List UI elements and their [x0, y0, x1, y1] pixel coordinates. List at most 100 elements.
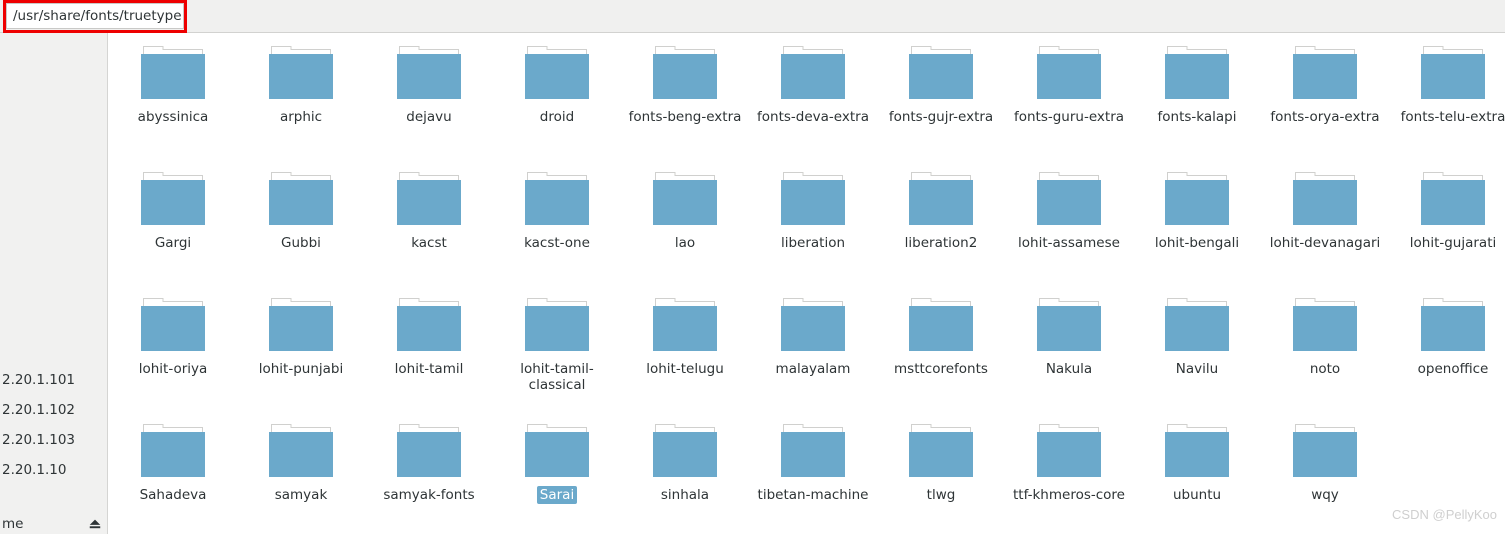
- file-item[interactable]: sinhala: [621, 411, 749, 534]
- file-label-wrap: lohit-bengali: [1133, 234, 1261, 252]
- file-label-wrap: lohit-punjabi: [237, 360, 365, 378]
- file-label: Gubbi: [281, 235, 321, 251]
- file-label: lohit-oriya: [138, 361, 208, 377]
- file-item[interactable]: ttf-khmeros-core: [1005, 411, 1133, 534]
- file-item[interactable]: droid: [493, 33, 621, 159]
- folder-icon: [141, 171, 205, 225]
- file-label-wrap: lao: [621, 234, 749, 252]
- path-bar: /usr/share/fonts/truetype: [0, 0, 1505, 33]
- file-label: noto: [1309, 361, 1341, 377]
- sidebar-item-network-3[interactable]: 2.20.1.10: [0, 455, 107, 485]
- file-label: ubuntu: [1172, 487, 1222, 503]
- file-item[interactable]: openoffice: [1389, 285, 1505, 411]
- file-item[interactable]: dejavu: [365, 33, 493, 159]
- file-label-wrap: openoffice: [1389, 360, 1505, 378]
- folder-icon: [909, 45, 973, 99]
- file-item[interactable]: Sarai: [493, 411, 621, 534]
- file-item[interactable]: samyak: [237, 411, 365, 534]
- file-item[interactable]: fonts-deva-extra: [749, 33, 877, 159]
- file-label: msttcorefonts: [894, 361, 988, 377]
- file-item[interactable]: noto: [1261, 285, 1389, 411]
- eject-icon[interactable]: [88, 517, 102, 531]
- folder-icon: [1421, 171, 1485, 225]
- file-item[interactable]: lohit-oriya: [109, 285, 237, 411]
- file-label: tibetan-machine: [757, 487, 869, 503]
- file-item[interactable]: lohit-telugu: [621, 285, 749, 411]
- file-item[interactable]: Sahadeva: [109, 411, 237, 534]
- file-item[interactable]: kacst-one: [493, 159, 621, 285]
- folder-icon: [269, 171, 333, 225]
- file-item[interactable]: lao: [621, 159, 749, 285]
- file-item[interactable]: liberation2: [877, 159, 1005, 285]
- sidebar-separator: [0, 485, 107, 509]
- file-item[interactable]: abyssinica: [109, 33, 237, 159]
- sidebar-item-network-2[interactable]: 2.20.1.103: [0, 425, 107, 455]
- file-label-wrap: Gubbi: [237, 234, 365, 252]
- file-label-wrap: Sahadeva: [109, 486, 237, 504]
- file-label: wqy: [1311, 487, 1339, 503]
- file-item[interactable]: fonts-telu-extra: [1389, 33, 1505, 159]
- file-item[interactable]: lohit-tamil-classical: [493, 285, 621, 411]
- file-item[interactable]: fonts-kalapi: [1133, 33, 1261, 159]
- file-item[interactable]: Gubbi: [237, 159, 365, 285]
- file-label: lohit-punjabi: [258, 361, 344, 377]
- file-item[interactable]: tibetan-machine: [749, 411, 877, 534]
- file-label: droid: [539, 109, 575, 125]
- file-item[interactable]: Gargi: [109, 159, 237, 285]
- sidebar-item-network-1[interactable]: 2.20.1.102: [0, 395, 107, 425]
- sidebar-item-volume-0[interactable]: me: [0, 509, 107, 534]
- file-label: lohit-bengali: [1154, 235, 1240, 251]
- file-item[interactable]: fonts-gujr-extra: [877, 33, 1005, 159]
- file-item[interactable]: lohit-tamil: [365, 285, 493, 411]
- folder-icon: [1037, 297, 1101, 351]
- file-item[interactable]: tlwg: [877, 411, 1005, 534]
- folder-icon: [1037, 171, 1101, 225]
- file-label: fonts-deva-extra: [757, 109, 869, 125]
- file-label: Sahadeva: [139, 487, 207, 503]
- file-label: lohit-devanagari: [1269, 235, 1381, 251]
- folder-icon: [525, 171, 589, 225]
- file-label: lohit-assamese: [1018, 235, 1120, 251]
- path-input[interactable]: /usr/share/fonts/truetype: [6, 3, 184, 29]
- file-item[interactable]: msttcorefonts: [877, 285, 1005, 411]
- file-label-wrap: lohit-oriya: [109, 360, 237, 378]
- file-item[interactable]: fonts-orya-extra: [1261, 33, 1389, 159]
- file-item[interactable]: fonts-guru-extra: [1005, 33, 1133, 159]
- sidebar[interactable]: 2.20.1.101 2.20.1.102 2.20.1.103 2.20.1.…: [0, 33, 108, 534]
- folder-icon: [1165, 423, 1229, 477]
- file-item[interactable]: liberation: [749, 159, 877, 285]
- file-label: liberation2: [904, 235, 978, 251]
- file-item[interactable]: Navilu: [1133, 285, 1261, 411]
- folder-icon: [141, 423, 205, 477]
- file-item[interactable]: lohit-assamese: [1005, 159, 1133, 285]
- file-label-wrap: lohit-tamil-classical: [493, 360, 621, 394]
- folder-icon: [1293, 45, 1357, 99]
- file-item[interactable]: malayalam: [749, 285, 877, 411]
- file-item[interactable]: lohit-punjabi: [237, 285, 365, 411]
- folder-icon: [1037, 423, 1101, 477]
- file-item[interactable]: lohit-devanagari: [1261, 159, 1389, 285]
- folder-icon: [781, 171, 845, 225]
- sidebar-item-network-0[interactable]: 2.20.1.101: [0, 365, 107, 395]
- file-list-view[interactable]: abyssinica arphic dejavu droid fonts-beng-ex…: [109, 33, 1505, 534]
- file-item[interactable]: lohit-gujarati: [1389, 159, 1505, 285]
- folder-icon: [1165, 297, 1229, 351]
- file-item[interactable]: arphic: [237, 33, 365, 159]
- file-label-wrap: liberation2: [877, 234, 1005, 252]
- folder-icon: [269, 297, 333, 351]
- file-item[interactable]: kacst: [365, 159, 493, 285]
- file-label-wrap: arphic: [237, 108, 365, 126]
- file-label-wrap: ttf-khmeros-core: [1005, 486, 1133, 504]
- file-item[interactable]: lohit-bengali: [1133, 159, 1261, 285]
- folder-icon: [1293, 297, 1357, 351]
- file-label-wrap: droid: [493, 108, 621, 126]
- file-item[interactable]: samyak-fonts: [365, 411, 493, 534]
- file-label: malayalam: [775, 361, 851, 377]
- file-label: Navilu: [1175, 361, 1219, 377]
- file-item[interactable]: wqy: [1261, 411, 1389, 534]
- file-item[interactable]: Nakula: [1005, 285, 1133, 411]
- folder-icon: [397, 45, 461, 99]
- folder-icon: [781, 423, 845, 477]
- file-item[interactable]: ubuntu: [1133, 411, 1261, 534]
- file-item[interactable]: fonts-beng-extra: [621, 33, 749, 159]
